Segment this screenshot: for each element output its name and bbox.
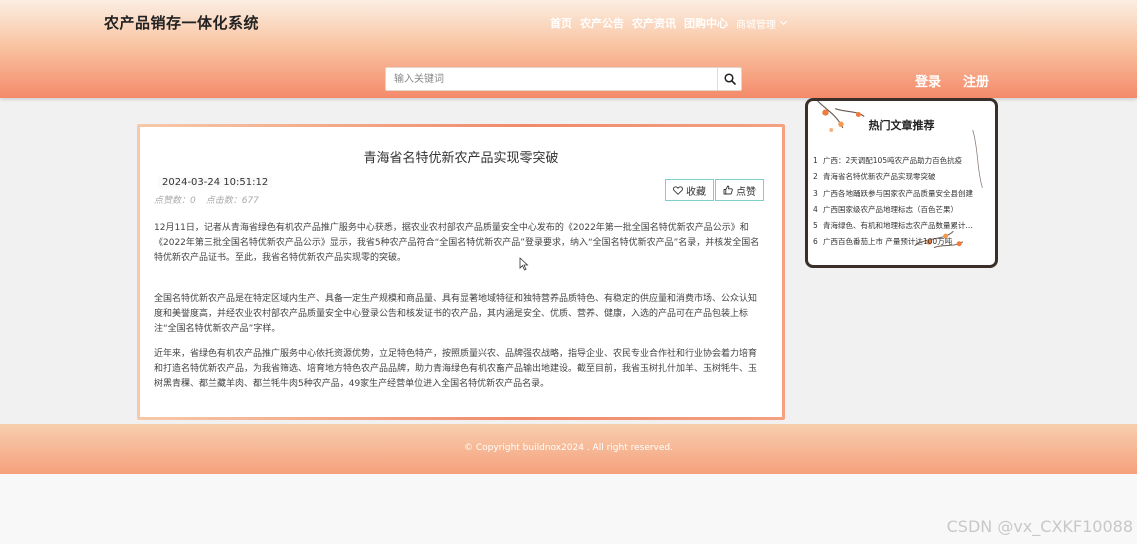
- nav-item-news[interactable]: 农产资讯: [632, 15, 676, 31]
- list-item[interactable]: 1 广西：2天调配105吨农产品助力百色抗疫: [813, 153, 993, 169]
- page-bottom: CSDN @vx_CXKF10088: [0, 474, 1137, 544]
- favorite-button[interactable]: 收藏: [665, 179, 714, 201]
- article-body: 12月11日，记者从青海省绿色有机农产品推广服务中心获悉，据农业农村部农产品质量…: [154, 221, 764, 402]
- mouse-cursor-icon: [519, 257, 529, 271]
- site-header: 农产品销存一体化系统 首页 农产公告 农产资讯 团购中心 商城管理 登录 注册: [0, 0, 1137, 98]
- list-item[interactable]: 6 广西百色番茄上市 产量预计达100万吨: [813, 234, 993, 250]
- article-paragraph: 全国名特优新农产品是在特定区域内生产、具备一定生产规模和商品量、具有显著地域特征…: [154, 294, 758, 334]
- copyright-text: © Copyright buildnox2024 . All right res…: [463, 443, 673, 453]
- hot-articles-panel: 热门文章推荐 1 广西：2天调配105吨农产品助力百色抗疫 2 青海省名特优新农产品…: [805, 98, 998, 268]
- hot-articles-title: 热门文章推荐: [868, 119, 935, 132]
- article-paragraph: 近年来，省绿色有机农产品推广服务中心依托资源优势，立足特色特产，按照质量兴农、品…: [154, 349, 758, 389]
- article-date: 2024-03-24 10:51:12: [158, 177, 273, 188]
- watermark: CSDN @vx_CXKF10088: [946, 517, 1133, 536]
- favorite-label: 收藏: [686, 186, 706, 198]
- list-item[interactable]: 3 广西各地踊跃参与国家农产品质量安全县创建: [813, 186, 993, 202]
- like-label: 点赞: [736, 186, 756, 198]
- like-button[interactable]: 点赞: [715, 179, 764, 201]
- search-icon: [723, 73, 736, 85]
- chevron-down-icon: [779, 17, 788, 26]
- nav-item-group-buy[interactable]: 团购中心: [684, 15, 728, 31]
- article-paragraph: 12月11日，记者从青海省绿色有机农产品推广服务中心获悉，据农业农村部农产品质量…: [154, 223, 760, 263]
- article-card: 青海省名特优新农产品实现零突破 2024-03-24 10:51:12 点赞数：…: [140, 127, 782, 417]
- list-item[interactable]: 2 青海省名特优新农产品实现零突破: [813, 169, 993, 185]
- site-footer: © Copyright buildnox2024 . All right res…: [0, 424, 1137, 474]
- article-actions: 收藏 点赞: [665, 179, 764, 201]
- like-count: 点赞数：0: [154, 196, 196, 206]
- article-frame: 青海省名特优新农产品实现零突破 2024-03-24 10:51:12 点赞数：…: [137, 124, 785, 420]
- nav-item-announcement[interactable]: 农产公告: [580, 15, 624, 31]
- search-input[interactable]: [386, 68, 717, 90]
- hot-articles-list: 1 广西：2天调配105吨农产品助力百色抗疫 2 青海省名特优新农产品实现零突破 3…: [813, 153, 993, 251]
- search-bar: [385, 67, 742, 91]
- thumbs-up-icon: [723, 185, 733, 195]
- login-link[interactable]: 登录: [915, 71, 941, 90]
- nav-item-home[interactable]: 首页: [550, 15, 572, 31]
- list-item[interactable]: 4 广西国家级农产品地理标志（百色芒果）: [813, 202, 993, 218]
- search-button[interactable]: [717, 68, 741, 90]
- nav-dropdown-mall[interactable]: 商城管理: [736, 16, 788, 31]
- heart-icon: [673, 185, 683, 195]
- nav-dropdown-label: 商城管理: [736, 19, 776, 31]
- site-title[interactable]: 农产品销存一体化系统: [104, 12, 259, 33]
- click-count: 点击数：677: [205, 196, 259, 206]
- article-title: 青海省名特优新农产品实现零突破: [363, 151, 559, 166]
- main-nav: 首页 农产公告 农产资讯 团购中心 商城管理: [550, 15, 788, 31]
- register-link[interactable]: 注册: [963, 71, 989, 90]
- article-stats: 点赞数：0 点击数：677: [154, 193, 259, 206]
- list-item[interactable]: 5 青海绿色、有机和地理标志农产品数量累计...: [813, 218, 993, 234]
